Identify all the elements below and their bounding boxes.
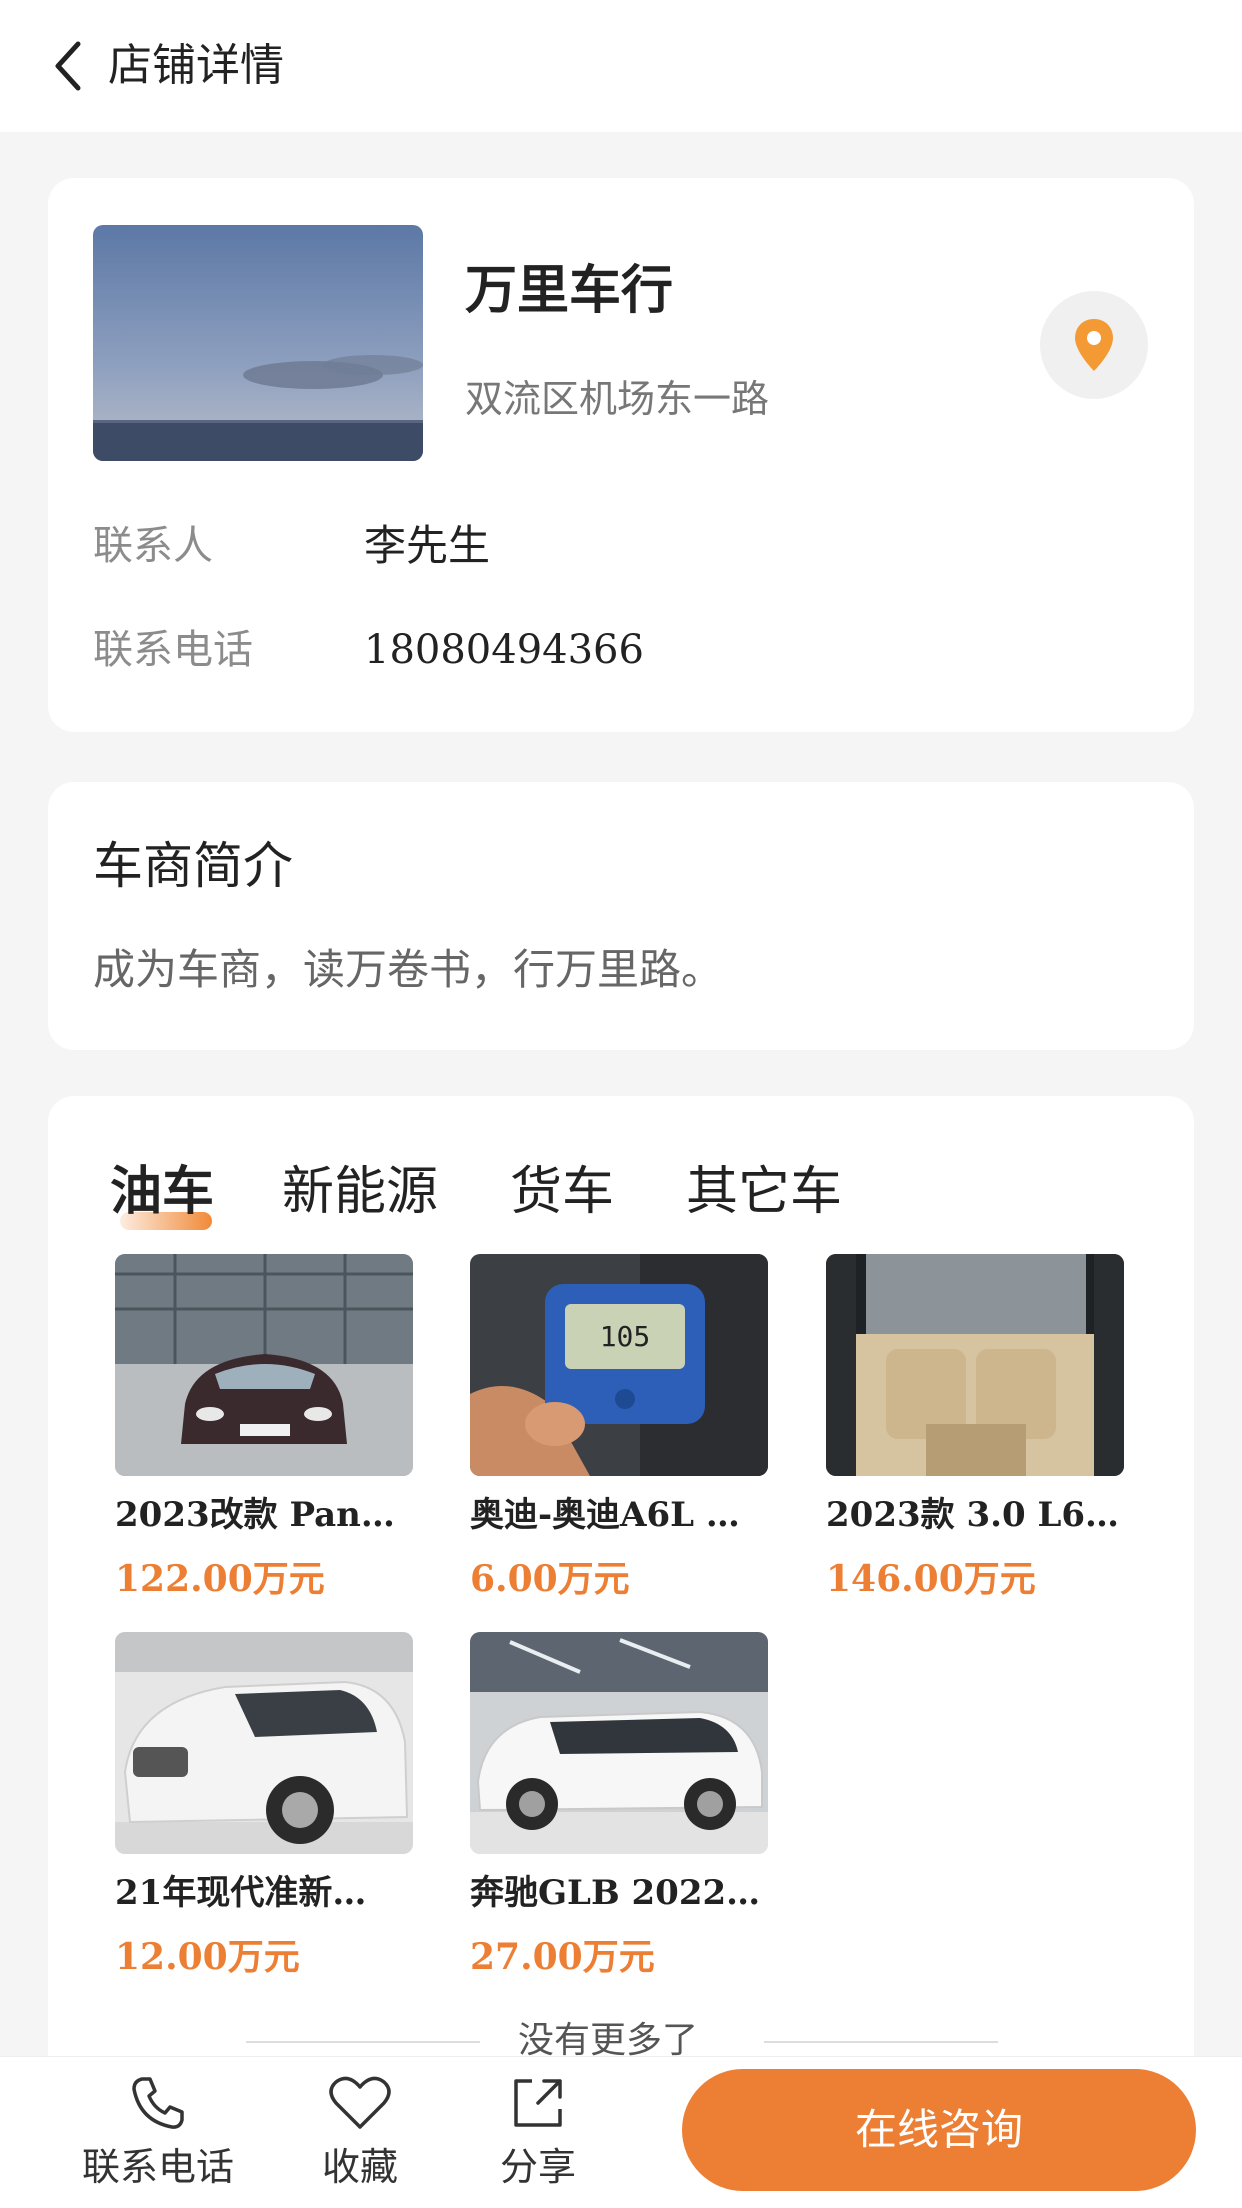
car-photo	[115, 1254, 413, 1476]
car-item[interactable]: 2023改款 Pana… 122.00万元	[115, 1254, 413, 1602]
shop-info-card: 万里车行 双流区机场东一路 联系人 李先生 联系电话 18080494366	[48, 178, 1194, 732]
intro-heading: 车商简介	[93, 837, 293, 895]
contact-label: 联系人	[93, 523, 213, 569]
car-photo	[826, 1254, 1124, 1476]
map-pin-icon	[1075, 319, 1113, 371]
contact-value: 李先生	[364, 521, 491, 570]
car-price: 6.00万元	[470, 1558, 630, 1600]
call-button[interactable]: 联系电话	[78, 2073, 238, 2191]
share-label: 分享	[499, 2145, 576, 2189]
share-icon	[514, 2079, 562, 2127]
car-list-card: 油车 新能源 货车 其它车 2023改款 Pana… 122.00万元 105 …	[48, 1096, 1194, 2208]
car-title: 奔驰GLB 2022…	[470, 1873, 761, 1913]
tab-other-cars[interactable]: 其它车	[686, 1158, 842, 1226]
shop-name: 万里车行	[465, 261, 674, 321]
top-bar: 店铺详情	[0, 0, 1242, 132]
divider	[764, 2041, 998, 2043]
favorite-button[interactable]: 收藏	[300, 2073, 420, 2191]
page-title: 店铺详情	[108, 40, 284, 91]
location-button[interactable]	[1040, 291, 1148, 399]
car-title: 2023款 3.0 L6 …	[826, 1495, 1124, 1535]
car-item[interactable]: 奔驰GLB 2022… 27.00万元	[470, 1632, 768, 1980]
bottom-action-bar: 联系电话 收藏 分享 在线咨询	[0, 2056, 1242, 2208]
car-item[interactable]: 21年现代准新… 12.00万元	[115, 1632, 413, 1980]
car-title: 奥迪-奥迪A6L …	[470, 1495, 740, 1535]
dealer-intro-card: 车商简介 成为车商，读万卷书，行万里路。	[48, 782, 1194, 1050]
tab-gas-cars[interactable]: 油车	[110, 1158, 214, 1226]
call-label: 联系电话	[81, 2145, 234, 2189]
heart-icon	[329, 2076, 391, 2129]
car-item[interactable]: 105 奥迪-奥迪A6L … 6.00万元	[470, 1254, 768, 1602]
tab-trucks[interactable]: 货车	[510, 1158, 614, 1226]
intro-text: 成为车商，读万卷书，行万里路。	[93, 945, 724, 994]
phone-label: 联系电话	[93, 627, 253, 673]
phone-value[interactable]: 18080494366	[364, 624, 644, 676]
online-consult-button[interactable]: 在线咨询	[682, 2069, 1196, 2191]
shop-photo	[93, 225, 423, 461]
phone-icon	[132, 2077, 184, 2129]
car-title: 2023改款 Pana…	[115, 1495, 413, 1535]
car-photo	[470, 1632, 768, 1854]
share-button[interactable]: 分享	[478, 2073, 598, 2191]
svg-text:105: 105	[600, 1320, 651, 1353]
car-price: 122.00万元	[115, 1558, 325, 1600]
car-price: 27.00万元	[470, 1936, 655, 1978]
favorite-label: 收藏	[321, 2145, 398, 2189]
car-price: 12.00万元	[115, 1936, 300, 1978]
car-photo	[115, 1632, 413, 1854]
shop-address: 双流区机场东一路	[465, 377, 770, 421]
car-price: 146.00万元	[826, 1558, 1036, 1600]
car-title: 21年现代准新…	[115, 1873, 367, 1913]
divider	[246, 2041, 480, 2043]
chevron-left-icon[interactable]	[50, 36, 90, 96]
tab-new-energy[interactable]: 新能源	[282, 1158, 438, 1226]
car-item[interactable]: 2023款 3.0 L6 … 146.00万元	[826, 1254, 1124, 1602]
car-photo: 105	[470, 1254, 768, 1476]
